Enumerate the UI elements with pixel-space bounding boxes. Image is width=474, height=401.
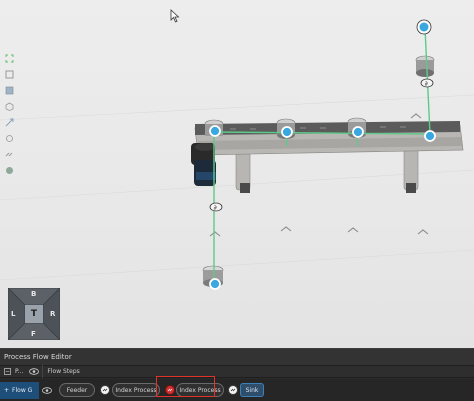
flow-link-badge[interactable]: ∂ xyxy=(420,78,434,88)
flow-name-cell[interactable]: + Flow G xyxy=(0,381,39,399)
flow-link-badge[interactable]: ∂ xyxy=(209,202,223,212)
orbit-icon[interactable] xyxy=(3,132,15,144)
eye-icon[interactable] xyxy=(29,368,40,375)
link-icon[interactable] xyxy=(228,385,238,395)
flow-node[interactable] xyxy=(352,126,364,138)
layers-icon[interactable] xyxy=(3,84,15,96)
link-icon[interactable] xyxy=(3,148,15,160)
process-column-label: P... xyxy=(15,368,24,375)
conveyor-assembly[interactable] xyxy=(194,117,464,193)
mouse-cursor-icon xyxy=(170,9,180,23)
view-cube-back[interactable]: B xyxy=(31,290,36,298)
flow-node[interactable] xyxy=(419,22,429,32)
view-cube-left[interactable]: L xyxy=(11,310,15,318)
box-icon[interactable] xyxy=(3,100,15,112)
flow-node[interactable] xyxy=(209,278,221,290)
vector-icon[interactable] xyxy=(3,116,15,128)
link-icon[interactable] xyxy=(100,385,110,395)
eye-icon[interactable] xyxy=(42,386,52,394)
sink-component[interactable] xyxy=(415,55,435,77)
column-divider xyxy=(42,365,44,378)
view-cube-right[interactable]: R xyxy=(50,310,55,318)
fit-view-icon[interactable] xyxy=(3,52,15,64)
flow-steps-track: Feeder Index Process Index Process Sink xyxy=(54,379,474,401)
3d-viewport[interactable]: ∂ ∂ B L R F T xyxy=(0,0,474,348)
add-icon[interactable]: + xyxy=(4,387,9,394)
flow-node[interactable] xyxy=(209,125,221,137)
flow-node[interactable] xyxy=(281,126,293,138)
view-cube-top[interactable]: T xyxy=(25,305,43,323)
globe-icon[interactable] xyxy=(3,164,15,176)
flow-step-index-process[interactable]: Index Process xyxy=(112,383,160,397)
selection-highlight xyxy=(156,376,215,397)
conveyor-motor[interactable] xyxy=(191,143,216,186)
flow-step-sink[interactable]: Sink xyxy=(240,383,264,397)
view-cube[interactable]: B L R F T xyxy=(8,288,60,340)
collapse-toggle[interactable]: − xyxy=(4,368,11,375)
view-cube-front[interactable]: F xyxy=(31,330,36,338)
flow-node[interactable] xyxy=(424,130,436,142)
scene-canvas[interactable]: ∂ ∂ xyxy=(0,0,474,348)
process-flow-editor-panel: Process Flow Editor − P... Flow Steps + … xyxy=(0,348,474,401)
flow-name-label: Flow G xyxy=(12,386,33,394)
conveyor-foot xyxy=(240,183,250,193)
svg-text:∂: ∂ xyxy=(425,81,428,88)
svg-text:∂: ∂ xyxy=(214,205,217,212)
viewport-toolbar xyxy=(2,52,16,176)
conveyor-foot xyxy=(406,183,416,193)
frame-icon[interactable] xyxy=(3,68,15,80)
panel-header: − P... Flow Steps xyxy=(0,365,474,378)
flow-step-feeder[interactable]: Feeder xyxy=(59,383,95,397)
flow-steps-column-label: Flow Steps xyxy=(47,368,80,375)
flow-row[interactable]: + Flow G Feeder Index Process Index Proc… xyxy=(0,379,474,401)
panel-title: Process Flow Editor xyxy=(0,348,474,365)
